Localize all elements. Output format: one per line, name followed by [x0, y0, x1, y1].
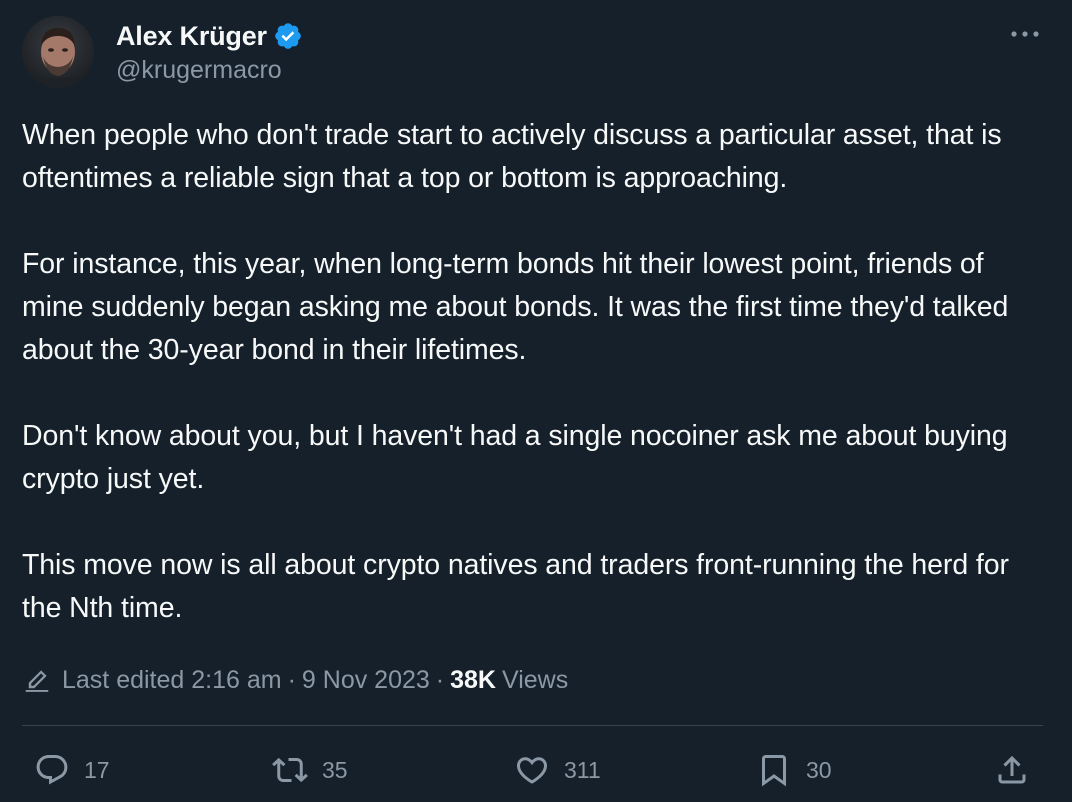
- edited-timestamp-link[interactable]: Last edited 2:16 am: [62, 666, 282, 695]
- tweet-header: Alex Krüger @krugermacro: [22, 16, 1052, 92]
- tweet-paragraph: For instance, this year, when long-term …: [22, 248, 1009, 366]
- bookmark-count: 30: [806, 756, 832, 783]
- more-horizontal-icon: [1011, 31, 1039, 37]
- tweet: Alex Krüger @krugermacro When people who…: [0, 0, 1072, 802]
- meta-separator: ·: [435, 665, 445, 694]
- heart-icon: [516, 757, 548, 784]
- views-label: Views: [502, 665, 569, 694]
- avatar[interactable]: [22, 16, 94, 88]
- tweet-meta: Last edited 2:16 am · 9 Nov 2023 · 38K V…: [22, 660, 568, 700]
- share-icon: [998, 755, 1026, 784]
- reply-button[interactable]: 17: [34, 746, 110, 794]
- author-handle[interactable]: @krugermacro: [116, 56, 303, 85]
- retweet-count: 35: [322, 756, 348, 783]
- meta-separator: ·: [287, 665, 296, 694]
- views-count: 38K: [450, 665, 496, 694]
- reply-count: 17: [84, 756, 110, 783]
- tweet-paragraph: This move now is all about crypto native…: [22, 549, 1009, 624]
- retweet-button[interactable]: 35: [272, 746, 348, 794]
- tweet-paragraph: Don't know about you, but I haven't had …: [22, 420, 1008, 495]
- verified-badge-icon[interactable]: [273, 21, 303, 51]
- bookmark-icon: [762, 755, 786, 787]
- pencil-icon: [22, 665, 52, 695]
- author-names: Alex Krüger @krugermacro: [116, 18, 303, 85]
- tweet-paragraph: When people who don't trade start to act…: [22, 119, 1002, 194]
- display-name[interactable]: Alex Krüger: [116, 21, 267, 52]
- action-bar: 17 35 311 30: [22, 746, 1042, 794]
- avatar-photo-icon: [22, 16, 94, 88]
- like-count: 311: [564, 756, 601, 783]
- reply-icon: [36, 755, 68, 785]
- like-button[interactable]: 311: [514, 746, 601, 794]
- tweet-text: When people who don't trade start to act…: [22, 114, 1042, 630]
- bookmark-button[interactable]: 30: [756, 746, 832, 794]
- share-button[interactable]: [994, 746, 1030, 794]
- more-options-button[interactable]: [1008, 24, 1042, 44]
- tweet-date[interactable]: 9 Nov 2023: [302, 666, 430, 695]
- display-name-row: Alex Krüger: [116, 18, 303, 54]
- divider: [22, 725, 1043, 726]
- retweet-icon: [272, 757, 308, 783]
